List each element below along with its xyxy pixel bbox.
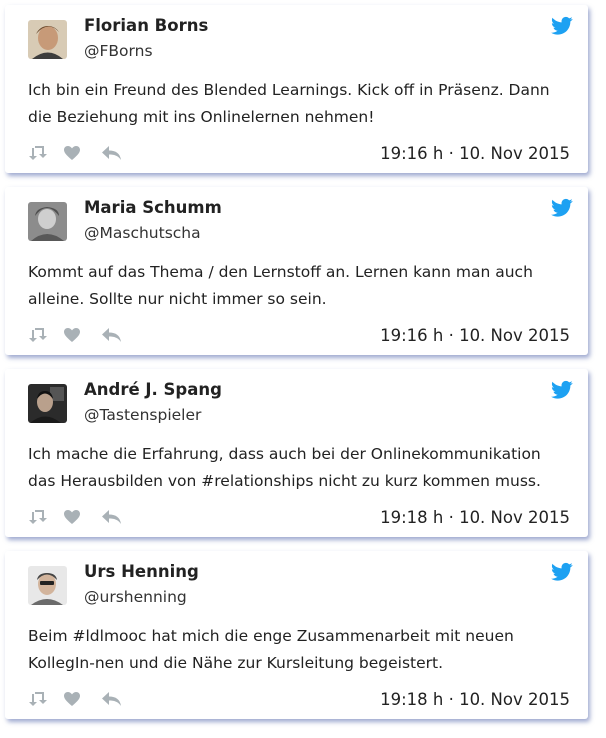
avatar[interactable]: [28, 384, 67, 423]
retweet-icon[interactable]: [28, 508, 50, 526]
tweet-card[interactable]: André J. Spang @Tastenspieler Ich mache …: [5, 369, 588, 537]
display-name[interactable]: Urs Henning: [84, 562, 199, 581]
tweet-card[interactable]: Maria Schumm @Maschutscha Kommt auf das …: [5, 187, 588, 355]
tweet-card[interactable]: Urs Henning @urshenning Beim #ldlmooc ha…: [5, 551, 588, 719]
user-handle[interactable]: @Tastenspieler: [84, 406, 201, 424]
tweet-timestamp[interactable]: 19:16 h · 10. Nov 2015: [380, 326, 570, 345]
retweet-icon[interactable]: [28, 326, 50, 344]
reply-icon[interactable]: [101, 508, 123, 526]
retweet-icon[interactable]: [28, 690, 50, 708]
avatar[interactable]: [28, 202, 67, 241]
retweet-icon[interactable]: [28, 144, 50, 162]
user-handle[interactable]: @Maschutscha: [84, 224, 201, 242]
avatar[interactable]: [28, 566, 67, 605]
reply-icon[interactable]: [101, 690, 123, 708]
reply-icon[interactable]: [101, 326, 123, 344]
display-name[interactable]: André J. Spang: [84, 380, 222, 399]
tweet-card[interactable]: Florian Borns @FBorns Ich bin ein Freund…: [5, 5, 588, 173]
tweet-text: Kommt auf das Thema / den Lernstoff an. …: [28, 263, 533, 308]
tweet-timestamp[interactable]: 19:18 h · 10. Nov 2015: [380, 690, 570, 709]
tweet-timestamp[interactable]: 19:16 h · 10. Nov 2015: [380, 144, 570, 163]
twitter-bird-icon[interactable]: [551, 16, 573, 36]
tweet-text: Ich bin ein Freund des Blended Learnings…: [28, 81, 550, 126]
reply-icon[interactable]: [101, 144, 123, 162]
tweet-timestamp[interactable]: 19:18 h · 10. Nov 2015: [380, 508, 570, 527]
tweet-text: Ich mache die Erfahrung, dass auch bei d…: [28, 445, 541, 490]
tweet-text: Beim #ldlmooc hat mich die enge Zusammen…: [28, 627, 514, 672]
display-name[interactable]: Maria Schumm: [84, 198, 222, 217]
twitter-bird-icon[interactable]: [551, 198, 573, 218]
like-icon[interactable]: [63, 326, 81, 344]
user-handle[interactable]: @urshenning: [84, 588, 187, 606]
like-icon[interactable]: [63, 144, 81, 162]
like-icon[interactable]: [63, 508, 81, 526]
display-name[interactable]: Florian Borns: [84, 16, 208, 35]
avatar[interactable]: [28, 20, 67, 59]
twitter-bird-icon[interactable]: [551, 380, 573, 400]
twitter-bird-icon[interactable]: [551, 562, 573, 582]
like-icon[interactable]: [63, 690, 81, 708]
user-handle[interactable]: @FBorns: [84, 42, 153, 60]
